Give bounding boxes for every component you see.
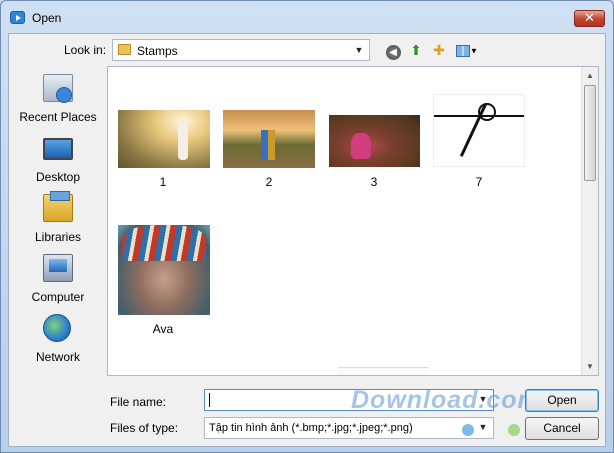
view-menu-button[interactable]: ▼	[453, 40, 481, 60]
place-label: Computer	[31, 290, 85, 304]
cancel-button[interactable]: Cancel	[525, 417, 599, 440]
file-name-label: File name:	[110, 395, 167, 409]
file-thumbnail-1[interactable]	[118, 110, 210, 168]
place-label: Libraries	[34, 230, 82, 244]
file-label[interactable]: 2	[219, 175, 319, 189]
view-grid-icon	[456, 45, 471, 58]
file-label[interactable]: 7	[429, 175, 529, 189]
watermark-dot	[462, 424, 474, 436]
place-label: Network	[35, 350, 80, 364]
file-label[interactable]: Ava	[113, 322, 213, 336]
file-label[interactable]: 3	[324, 175, 424, 189]
back-arrow-icon: ◀	[385, 45, 401, 60]
files-of-type-value: Tập tin hình ảnh (*.bmp;*.jpg;*.jpeg;*.p…	[209, 422, 413, 434]
file-thumbnail-2[interactable]	[223, 110, 315, 168]
file-thumbnail-7[interactable]	[433, 94, 525, 167]
chevron-down-icon[interactable]: ▼	[352, 45, 366, 56]
close-button[interactable]: ✕	[574, 10, 605, 27]
watermark-dot	[508, 424, 520, 436]
places-bar: Recent Places Desktop Libraries Computer…	[15, 66, 101, 372]
place-libraries[interactable]: Libraries	[15, 191, 101, 250]
close-icon: ✕	[584, 10, 595, 25]
files-of-type-select[interactable]: Tập tin hình ảnh (*.bmp;*.jpg;*.jpeg;*.p…	[204, 417, 494, 439]
partial-thumbnail	[338, 367, 428, 375]
file-label[interactable]: 1	[113, 175, 213, 189]
files-of-type-label: Files of type:	[110, 421, 179, 435]
folder-icon	[118, 44, 131, 55]
signature-stroke	[478, 103, 496, 121]
file-thumbnail-3[interactable]	[329, 115, 420, 167]
network-icon	[43, 314, 71, 342]
up-one-level-button[interactable]: ⬆	[406, 40, 426, 60]
place-network[interactable]: Network	[15, 312, 101, 370]
chevron-down-icon[interactable]: ▼	[476, 422, 490, 433]
desktop-icon	[43, 138, 73, 160]
new-folder-icon: ✚	[433, 42, 445, 58]
computer-icon	[43, 254, 73, 282]
window-title: Open	[32, 11, 62, 25]
up-folder-icon: ⬆	[410, 42, 422, 58]
libraries-icon	[43, 191, 73, 222]
open-button[interactable]: Open	[525, 389, 599, 412]
look-in-combo[interactable]: Stamps ▼	[112, 39, 370, 61]
place-label: Recent Places	[19, 110, 97, 124]
scroll-down-icon[interactable]: ▼	[582, 358, 598, 375]
recent-places-icon	[43, 74, 73, 103]
look-in-label: Look in:	[64, 43, 107, 57]
back-button[interactable]: ◀	[383, 40, 403, 60]
place-label: Desktop	[35, 170, 81, 184]
open-dialog: Open ✕ Look in: Stamps ▼ ◀ ⬆ ✚ ▼ Recent …	[0, 0, 614, 453]
place-computer[interactable]: Computer	[15, 252, 101, 310]
file-thumbnail-ava[interactable]	[118, 225, 210, 315]
app-icon	[10, 11, 25, 24]
place-recent-places[interactable]: Recent Places	[15, 72, 101, 130]
scroll-up-icon[interactable]: ▲	[582, 67, 598, 84]
file-list[interactable]: 1 2 3 7 Ava ▲ ▼	[107, 66, 599, 376]
title-bar[interactable]: Open ✕	[1, 1, 613, 33]
new-folder-button[interactable]: ✚	[429, 40, 449, 60]
scroll-thumb[interactable]	[584, 85, 596, 181]
look-in-value: Stamps	[137, 44, 178, 58]
place-desktop[interactable]: Desktop	[15, 132, 101, 190]
text-caret	[209, 393, 210, 407]
dialog-body: Look in: Stamps ▼ ◀ ⬆ ✚ ▼ Recent Places …	[8, 33, 606, 447]
vertical-scrollbar[interactable]: ▲ ▼	[581, 67, 598, 375]
chevron-down-icon: ▼	[470, 46, 478, 56]
